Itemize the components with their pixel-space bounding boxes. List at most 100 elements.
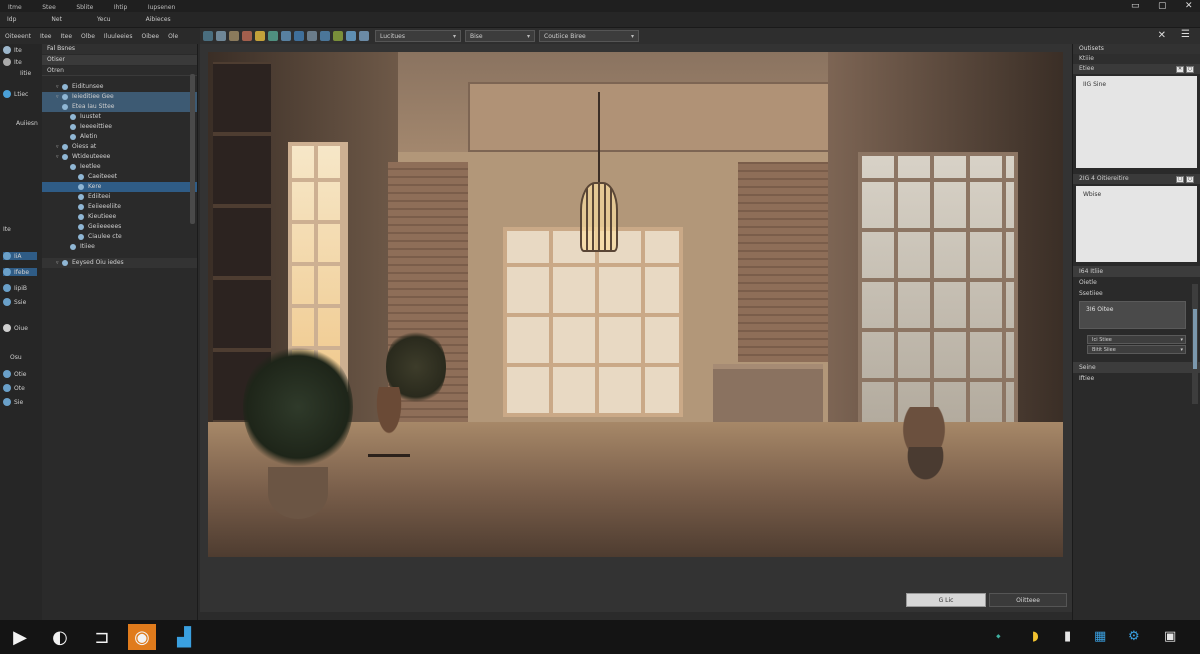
menu-item[interactable]: Iluuleeies <box>104 33 133 40</box>
menu-item[interactable]: Ihtip <box>114 4 127 11</box>
rail-item[interactable]: Ite <box>3 46 22 54</box>
tree-item[interactable]: Iuustet <box>42 112 197 122</box>
menu-item[interactable]: Itee <box>61 33 73 40</box>
app-circle-icon[interactable]: ◐ <box>46 624 74 650</box>
maximize-icon[interactable]: ▢ <box>1158 1 1167 11</box>
tree-item[interactable]: ▿ Oiess at <box>42 142 197 152</box>
settings-icon[interactable]: ○ <box>1186 65 1194 73</box>
square-icon[interactable]: ▢ <box>1176 175 1184 183</box>
toolbar-dropdown-3[interactable]: Coutiice Biree ▾ <box>539 30 639 42</box>
menu-item[interactable]: Iupsenen <box>148 4 176 11</box>
tree-item[interactable]: Ieeeeittiee <box>42 122 197 132</box>
tool-move-icon[interactable] <box>216 31 226 41</box>
scrollbar[interactable] <box>190 74 195 224</box>
rail-item[interactable]: IipiB <box>3 284 27 292</box>
tray-notification-icon[interactable]: ▣ <box>1164 629 1176 644</box>
tool-render-icon[interactable] <box>294 31 304 41</box>
toolbar-dropdown-1[interactable]: Lucitues ▾ <box>375 30 461 42</box>
rail-item[interactable]: Sie <box>3 398 23 406</box>
menu-item[interactable]: Itme <box>8 4 22 11</box>
tree-item[interactable]: Ieetlee <box>42 162 197 172</box>
menu-item[interactable]: Itee <box>40 33 52 40</box>
rail-item[interactable]: Otie <box>3 370 26 378</box>
settings-icon[interactable]: ○ <box>1186 175 1194 183</box>
rail-item[interactable]: Ote <box>3 384 25 392</box>
tool-viewport-icon[interactable] <box>346 31 356 41</box>
ok-button[interactable]: G Lic <box>906 593 986 607</box>
rail-item[interactable]: Ltiec <box>3 90 28 98</box>
app-window-icon[interactable]: ▟ <box>170 624 198 650</box>
app-magnet-icon[interactable]: ⊐ <box>88 624 116 650</box>
tray-volume-icon[interactable]: ◗ <box>1032 629 1039 644</box>
close-window-icon[interactable]: ✕ <box>1185 1 1194 11</box>
tree-item[interactable]: Eeiieeeliite <box>42 202 197 212</box>
tree-item[interactable]: ▿ Wtideuteeee <box>42 152 197 162</box>
preview-box[interactable]: IIG Sine <box>1076 76 1197 168</box>
tree-item[interactable]: Ediiteei <box>42 192 197 202</box>
menu-item[interactable]: Oibee <box>141 33 159 40</box>
minimize-icon[interactable]: ▭ <box>1131 1 1140 11</box>
menu-item[interactable]: Yecu <box>97 16 111 23</box>
tool-grid-icon[interactable] <box>307 31 317 41</box>
tool-settings-icon[interactable] <box>359 31 369 41</box>
scrollbar-thumb[interactable] <box>1193 309 1197 369</box>
menu-item[interactable]: Aibieces <box>146 16 171 23</box>
menu-item[interactable]: Oiteeent <box>5 33 31 40</box>
tool-rotate-icon[interactable] <box>229 31 239 41</box>
tool-scale-icon[interactable] <box>242 31 252 41</box>
tray-network-icon[interactable]: ⬩ <box>996 629 1001 644</box>
tool-select-icon[interactable] <box>203 31 213 41</box>
rail-item[interactable]: Oiue <box>3 324 28 332</box>
tray-settings-icon[interactable]: ⚙ <box>1128 629 1140 644</box>
tree-item[interactable]: Kieutieee <box>42 212 197 222</box>
tray-battery-icon[interactable]: ▮ <box>1064 629 1071 644</box>
panel-subtitle[interactable]: Otiser <box>42 55 197 65</box>
property-select[interactable]: Ici Stiee ▾ <box>1087 335 1186 344</box>
rail-item[interactable]: Iitie <box>20 70 31 77</box>
property-row[interactable]: Seine <box>1073 362 1200 373</box>
property-row[interactable]: I64 Itliie <box>1073 266 1200 277</box>
rail-item[interactable]: Ite <box>3 226 11 233</box>
menu-item[interactable]: Olbe <box>81 33 95 40</box>
scrollbar[interactable] <box>1192 284 1198 404</box>
tree-item[interactable]: Geiieeeees <box>42 222 197 232</box>
cancel-button[interactable]: Oiitteee <box>989 593 1067 607</box>
render-viewport[interactable] <box>208 52 1063 557</box>
menu-item[interactable]: Net <box>51 16 62 23</box>
rail-item[interactable]: Ite <box>3 58 22 66</box>
app-orange-icon[interactable]: ◉ <box>128 624 156 650</box>
tray-grid-icon[interactable]: ▦ <box>1094 629 1106 644</box>
tree-item[interactable]: Kere <box>42 182 197 192</box>
tree-item[interactable]: Aletin <box>42 132 197 142</box>
menu-item[interactable]: Idp <box>7 16 16 23</box>
tree-item[interactable]: Etea Iau Sttee <box>42 102 197 112</box>
property-row[interactable]: Oietle <box>1073 277 1200 288</box>
tool-material-icon[interactable] <box>281 31 291 41</box>
play-icon[interactable]: ▶ <box>6 624 34 650</box>
tool-light-icon[interactable] <box>255 31 265 41</box>
tool-camera-icon[interactable] <box>268 31 278 41</box>
property-row[interactable]: Ssetiiee <box>1073 288 1200 299</box>
tool-snap-icon[interactable] <box>320 31 330 41</box>
tree-item[interactable]: ▿ Eiditunsee <box>42 82 197 92</box>
tree-item[interactable]: ▿ Ieieditiee Gee <box>42 92 197 102</box>
value-field[interactable]: 3I6 Oitee <box>1079 301 1186 329</box>
close-icon[interactable]: ✕ <box>1176 65 1184 73</box>
menu-item[interactable]: Ole <box>168 33 178 40</box>
tree-item[interactable]: ▿ Eeysed Oiu iedes <box>42 258 197 268</box>
property-row[interactable]: Iftiee <box>1073 373 1200 384</box>
menu-icon[interactable]: ☰ <box>1181 29 1190 40</box>
preview-box[interactable]: Wbise <box>1076 186 1197 262</box>
tree-item[interactable]: Caeiteeet <box>42 172 197 182</box>
rail-item[interactable]: IiA <box>3 252 37 260</box>
rail-item[interactable]: Osu <box>10 354 22 361</box>
tree-item[interactable]: Ciaulee cte <box>42 232 197 242</box>
close-icon[interactable]: ✕ <box>1158 30 1166 41</box>
tool-layer-icon[interactable] <box>333 31 343 41</box>
property-select[interactable]: Bitit Siiee ▾ <box>1087 345 1186 354</box>
rail-item[interactable]: Ssie <box>3 298 26 306</box>
rail-item[interactable]: Auiiesn <box>16 120 38 127</box>
panel-filter[interactable]: Otren <box>42 66 197 76</box>
menu-item[interactable]: Stee <box>42 4 56 11</box>
tree-item[interactable]: Itiiee <box>42 242 197 252</box>
